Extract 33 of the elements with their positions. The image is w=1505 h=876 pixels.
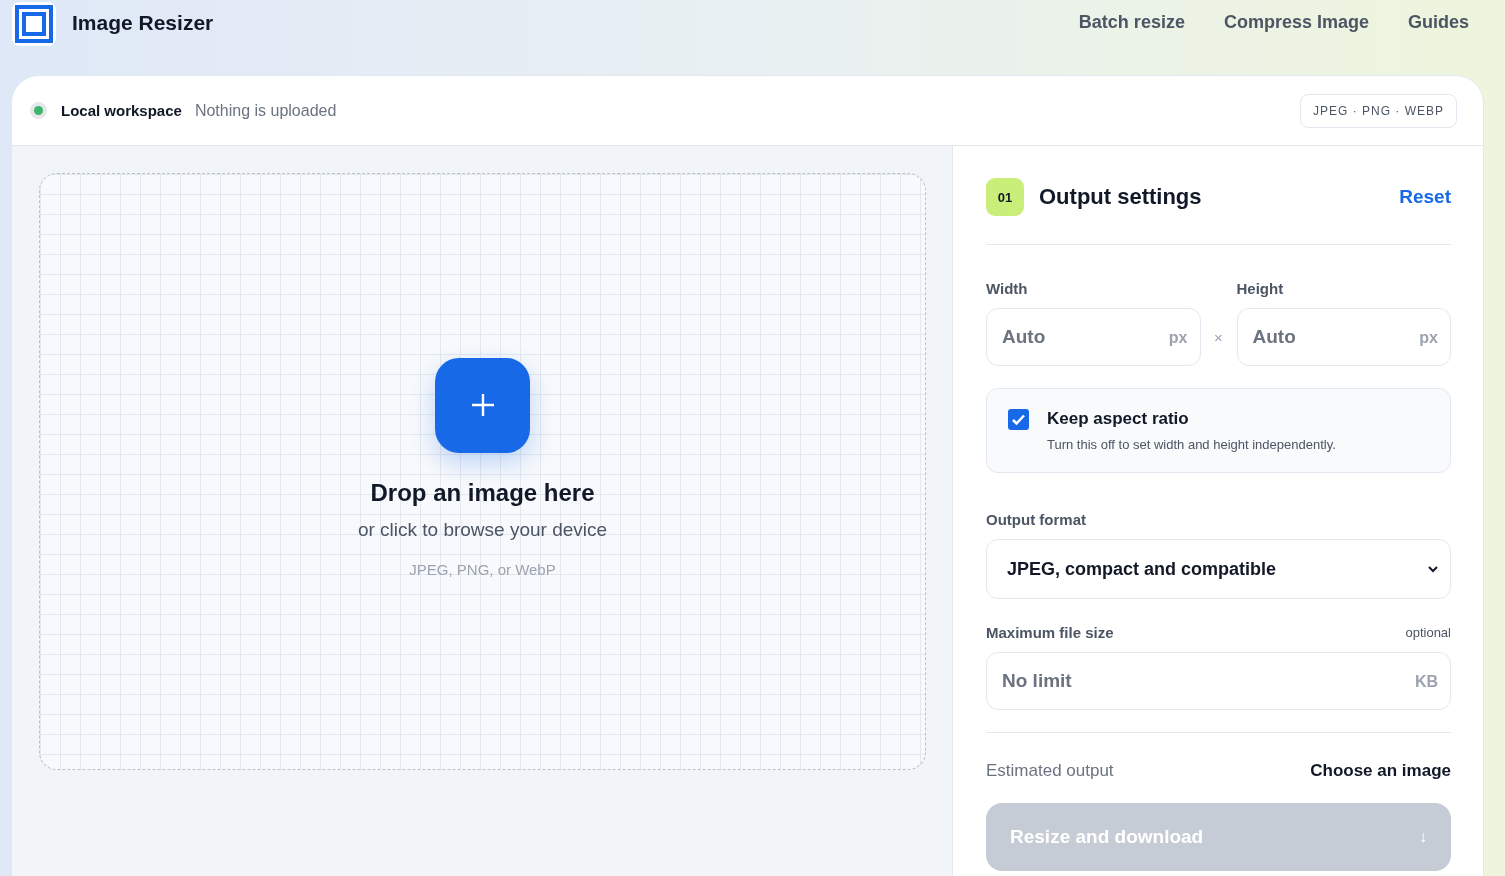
unit-label: px (1419, 329, 1438, 347)
field-label: Height (1236, 280, 1285, 297)
nav-link[interactable]: Compress Image (1223, 11, 1369, 33)
logo-icon (12, 1, 56, 46)
format-select[interactable]: JPEG, compact and compatible (986, 539, 1451, 599)
unit-label: px (1168, 329, 1188, 347)
aspect-label: Keep aspect ratio (1047, 409, 1190, 429)
workspace-label: Local workspace (61, 102, 182, 119)
upload-button[interactable] (435, 357, 530, 453)
drop-hint: JPEG, PNG, or WebP (409, 560, 556, 578)
drop-subtitle: or click to browse your device (357, 518, 608, 541)
plus-icon (470, 393, 495, 417)
formats-badge: JPEG · PNG · WEBP (1300, 93, 1457, 128)
field-label: Maximum file size (986, 624, 1114, 641)
step-badge: 01 (986, 178, 1024, 216)
app-title: Image Resizer (72, 10, 214, 35)
unit-label: KB (1414, 673, 1438, 691)
reset-link[interactable]: Reset (1399, 186, 1451, 208)
field-label: Width (986, 280, 1029, 297)
optional-note: optional (1405, 625, 1451, 640)
times-sign: × (1213, 329, 1224, 348)
aspect-description: Turn this off to set width and height independently. (1047, 437, 1336, 452)
aspect-checkbox[interactable] (1008, 409, 1029, 430)
field-label: Output format (986, 511, 1087, 528)
estimate-value: Choose an image (1310, 761, 1451, 781)
nav-link[interactable]: Batch resize (1078, 11, 1185, 33)
drop-title: Drop an image here (370, 478, 595, 507)
nav-link[interactable]: Guides (1408, 11, 1469, 33)
section-title: Output settings (1039, 184, 1202, 210)
upload-status: Nothing is uploaded (194, 101, 337, 120)
estimate-label: Estimated output (986, 761, 1114, 781)
check-icon (1011, 412, 1026, 427)
drop-zone[interactable]: Drop an image here or click to browse your device JPEG, PNG, or WebP (39, 173, 926, 770)
